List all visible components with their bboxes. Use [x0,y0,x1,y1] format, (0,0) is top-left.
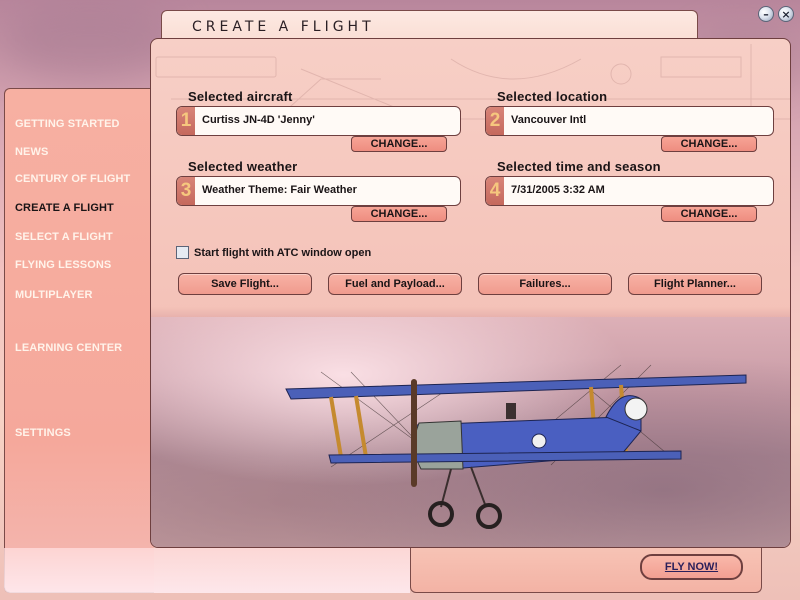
close-button[interactable]: × [778,6,794,22]
failures-button[interactable]: Failures... [478,273,612,295]
weather-value: Weather Theme: Fair Weather [202,184,357,196]
step-number-badge: 3 [177,177,195,205]
save-flight-button[interactable]: Save Flight... [178,273,312,295]
atc-checkbox[interactable] [176,246,189,259]
atc-option[interactable]: Start flight with ATC window open [176,246,371,259]
step-number-badge: 2 [486,107,504,135]
aircraft-value: Curtiss JN-4D 'Jenny' [202,114,315,126]
step-number-badge: 1 [177,107,195,135]
flight-planner-button[interactable]: Flight Planner... [628,273,762,295]
location-field: 2 Vancouver Intl [485,106,774,136]
fuel-and-payload-button[interactable]: Fuel and Payload... [328,273,462,295]
nav-item-getting-started[interactable]: GETTING STARTED [15,118,120,130]
biplane-illustration [285,364,747,529]
step-number-badge: 4 [486,177,504,205]
nav-item-news[interactable]: NEWS [15,146,48,158]
time-field: 4 7/31/2005 3:32 AM [485,176,774,206]
weather-field: 3 Weather Theme: Fair Weather [176,176,461,206]
left-navigation-panel: GETTING STARTED NEWS CENTURY OF FLIGHT C… [4,88,154,593]
minimize-button[interactable]: – [758,6,774,22]
nav-item-flying-lessons[interactable]: FLYING LESSONS [15,259,111,271]
fly-now-button[interactable]: FLY NOW! [640,554,743,580]
aircraft-section-label: Selected aircraft [188,89,293,104]
nav-item-select-a-flight[interactable]: SELECT A FLIGHT [15,231,113,243]
nav-item-create-a-flight[interactable]: CREATE A FLIGHT [15,202,114,214]
change-time-button[interactable]: CHANGE... [661,206,757,222]
separator [151,307,790,317]
page-title: CREATE A FLIGHT [192,19,375,35]
bottom-left-fade [4,548,410,593]
weather-section-label: Selected weather [188,159,298,174]
change-location-button[interactable]: CHANGE... [661,136,757,152]
nav-item-learning-center[interactable]: LEARNING CENTER [15,342,122,354]
main-panel: Selected aircraft 1 Curtiss JN-4D 'Jenny… [150,38,791,548]
nav-item-century-of-flight[interactable]: CENTURY OF FLIGHT [15,173,130,185]
time-value: 7/31/2005 3:32 AM [511,184,605,196]
window-controls: – × [758,6,794,22]
nav-item-multiplayer[interactable]: MULTIPLAYER [15,289,93,301]
location-value: Vancouver Intl [511,114,587,126]
change-aircraft-button[interactable]: CHANGE... [351,136,447,152]
atc-checkbox-label[interactable]: Start flight with ATC window open [194,247,371,259]
change-weather-button[interactable]: CHANGE... [351,206,447,222]
time-section-label: Selected time and season [497,159,661,174]
nav-item-settings[interactable]: SETTINGS [15,427,71,439]
aircraft-field: 1 Curtiss JN-4D 'Jenny' [176,106,461,136]
location-section-label: Selected location [497,89,608,104]
aircraft-preview [151,317,790,547]
